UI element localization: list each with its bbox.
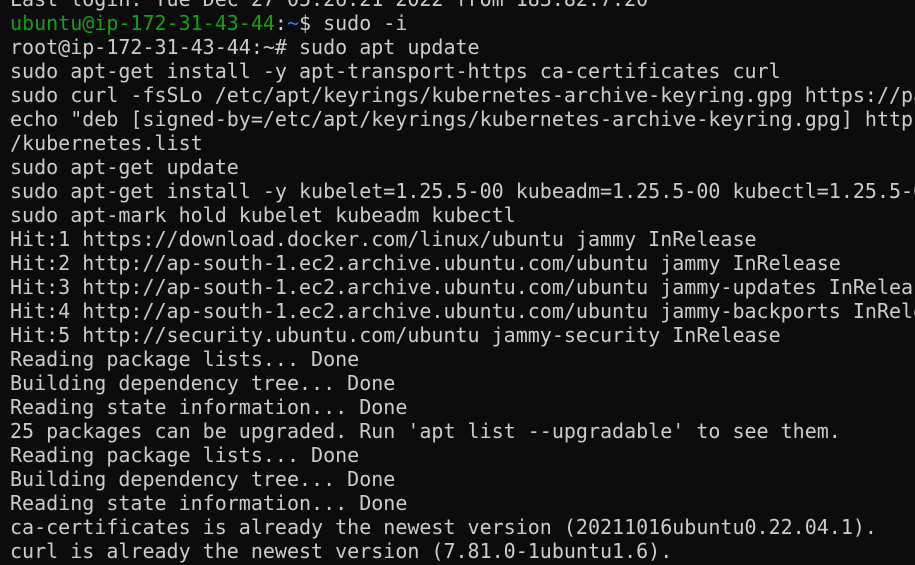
terminal-line: Hit:1 https://download.docker.com/linux/…: [10, 227, 757, 251]
terminal-line: sudo apt-get install -y kubelet=1.25.5-0…: [10, 179, 915, 203]
terminal-line: Building dependency tree... Done: [10, 371, 396, 395]
terminal-line: Reading state information... Done: [10, 491, 408, 515]
terminal-line: echo "deb [signed-by=/etc/apt/keyrings/k…: [10, 107, 915, 131]
terminal-line-last-login: Last login: Tue Dec 27 05:26:21 2022 fro…: [10, 0, 915, 11]
terminal-line: sudo curl -fsSLo /etc/apt/keyrings/kuber…: [10, 83, 915, 107]
terminal-line: curl is already the newest version (7.81…: [10, 539, 673, 563]
prompt-user-host: ubuntu@ip-172-31-43-44: [10, 11, 275, 35]
terminal-line: /kubernetes.list: [10, 131, 203, 155]
terminal-prompt-line: ubuntu@ip-172-31-43-44:~$ sudo -i: [10, 11, 915, 35]
prompt-command: sudo -i: [323, 11, 408, 35]
terminal-line: Reading state information... Done: [10, 395, 408, 419]
terminal-line: Hit:2 http://ap-south-1.ec2.archive.ubun…: [10, 251, 841, 275]
terminal-line: sudo apt-get install -y apt-transport-ht…: [10, 59, 781, 83]
prompt-colon: :: [274, 11, 287, 35]
terminal-line: 25 packages can be upgraded. Run 'apt li…: [10, 419, 841, 443]
terminal-window[interactable]: Last login: Tue Dec 27 05:26:21 2022 fro…: [0, 0, 915, 565]
terminal-line: Reading package lists... Done: [10, 347, 360, 371]
terminal-line: root@ip-172-31-43-44:~# sudo apt update: [10, 35, 480, 59]
prompt-symbol: $: [299, 11, 324, 35]
terminal-line: sudo apt-get update: [10, 155, 239, 179]
terminal-line: sudo apt-mark hold kubelet kubeadm kubec…: [10, 203, 516, 227]
terminal-line: Hit:3 http://ap-south-1.ec2.archive.ubun…: [10, 275, 915, 299]
terminal-line: Reading package lists... Done: [10, 443, 360, 467]
terminal-output: Last login: Tue Dec 27 05:26:21 2022 fro…: [10, 0, 915, 563]
terminal-line: Building dependency tree... Done: [10, 467, 396, 491]
terminal-line: ca-certificates is already the newest ve…: [10, 515, 877, 539]
terminal-line: Hit:4 http://ap-south-1.ec2.archive.ubun…: [10, 299, 915, 323]
terminal-line: Hit:5 http://security.ubuntu.com/ubuntu …: [10, 323, 781, 347]
prompt-path: ~: [286, 11, 299, 35]
